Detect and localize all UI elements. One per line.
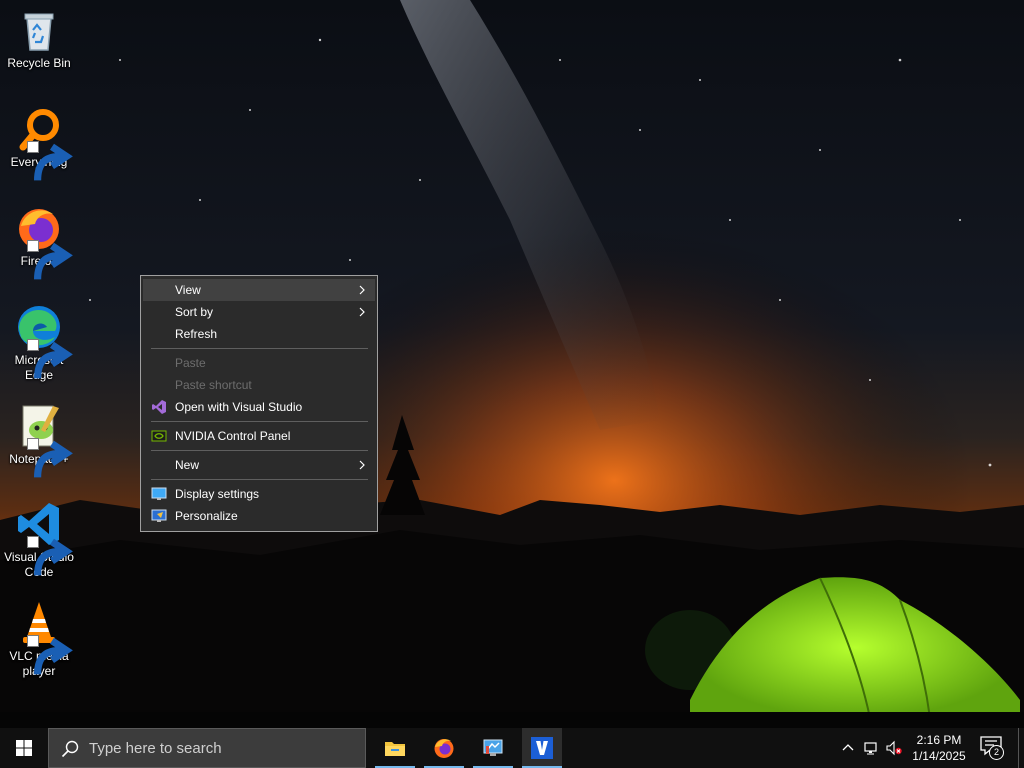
menu-item-paste: Paste — [143, 352, 375, 374]
menu-item-label: Personalize — [175, 509, 238, 523]
taskbar-v-app[interactable] — [522, 728, 562, 768]
chevron-right-icon — [357, 285, 367, 295]
firefox-icon — [15, 204, 73, 280]
desktop-icon-recycle-bin[interactable]: Recycle Bin — [2, 6, 76, 71]
volume-muted-icon[interactable] — [886, 740, 902, 756]
action-center-button[interactable]: 2 — [980, 736, 1006, 760]
menu-item-label: Display settings — [175, 487, 260, 501]
notification-count-badge: 2 — [989, 745, 1004, 760]
clock-time: 2:16 PM — [916, 733, 962, 747]
menu-item-label: Paste — [175, 356, 206, 370]
desktop-icon-vlc[interactable]: VLC media player — [2, 599, 76, 679]
desktop-icon-notepadpp[interactable]: Notepad++ — [2, 402, 76, 478]
menu-item-display-settings[interactable]: Display settings — [143, 483, 375, 505]
menu-item-paste-shortcut: Paste shortcut — [143, 374, 375, 396]
menu-item-label: Open with Visual Studio — [175, 400, 303, 414]
show-desktop-button[interactable] — [1018, 728, 1024, 768]
menu-item-view[interactable]: View — [143, 279, 375, 301]
menu-item-label: NVIDIA Control Panel — [175, 429, 291, 443]
everything-search-icon — [15, 105, 73, 181]
menu-item-label: Paste shortcut — [175, 378, 252, 392]
menu-item-personalize[interactable]: Personalize — [143, 505, 375, 527]
file-explorer-icon — [385, 742, 405, 756]
menu-item-label: Refresh — [175, 327, 218, 341]
menu-item-label: View — [175, 283, 201, 297]
nvidia-icon — [151, 428, 167, 444]
visual-studio-icon — [151, 399, 167, 415]
search-placeholder: Type here to search — [89, 740, 222, 757]
shortcut-arrow-icon — [27, 635, 73, 675]
vscode-icon — [15, 500, 73, 576]
taskbar: Type here to search 2:16 PM 1/14/2025 2 — [0, 728, 1024, 768]
desktop-icon-label: Recycle Bin — [7, 56, 71, 70]
chevron-up-icon[interactable] — [840, 740, 856, 756]
menu-item-sort-by[interactable]: Sort by — [143, 301, 375, 323]
desktop-icon-edge[interactable]: Microsoft Edge — [2, 303, 76, 383]
menu-item-open-with-visual-studio[interactable]: Open with Visual Studio — [143, 396, 375, 418]
shortcut-arrow-icon — [27, 240, 73, 280]
desktop-icon-everything[interactable]: Everything — [2, 105, 76, 181]
menu-item-nvidia-control-panel[interactable]: NVIDIA Control Panel — [143, 425, 375, 447]
start-button[interactable] — [0, 728, 48, 768]
notepad-plus-plus-icon — [15, 402, 73, 478]
display-settings-icon — [151, 486, 167, 502]
menu-separator — [151, 450, 368, 451]
menu-item-new[interactable]: New — [143, 454, 375, 476]
taskbar-control-panel[interactable] — [473, 728, 513, 768]
clock-date: 1/14/2025 — [912, 749, 966, 763]
shortcut-arrow-icon — [27, 438, 73, 478]
control-panel-icon — [483, 739, 503, 756]
shortcut-arrow-icon — [27, 536, 73, 576]
taskbar-firefox[interactable] — [424, 728, 464, 768]
menu-item-refresh[interactable]: Refresh — [143, 323, 375, 345]
menu-separator — [151, 348, 368, 349]
taskbar-search-box[interactable]: Type here to search — [48, 728, 366, 768]
vlc-icon — [15, 599, 73, 675]
personalize-icon — [151, 508, 167, 524]
menu-separator — [151, 479, 368, 480]
recycle-bin-icon — [15, 6, 63, 54]
chevron-right-icon — [357, 460, 367, 470]
desktop-icon-firefox[interactable]: Firefox — [2, 204, 76, 280]
shortcut-arrow-icon — [27, 339, 73, 379]
network-icon[interactable] — [863, 740, 879, 756]
shortcut-arrow-icon — [27, 141, 73, 181]
search-icon — [61, 740, 79, 758]
firefox-icon — [434, 739, 454, 758]
desktop-icon-vscode[interactable]: Visual Studio Code — [2, 500, 76, 580]
v-app-icon — [531, 737, 553, 759]
chevron-right-icon — [357, 307, 367, 317]
menu-separator — [151, 421, 368, 422]
windows-logo-icon — [16, 740, 32, 756]
desktop-context-menu: View Sort by Refresh Paste Paste shortcu… — [140, 275, 378, 532]
taskbar-file-explorer[interactable] — [375, 728, 415, 768]
taskbar-clock[interactable]: 2:16 PM 1/14/2025 — [906, 732, 972, 764]
menu-item-label: New — [175, 458, 200, 472]
menu-item-label: Sort by — [175, 305, 214, 319]
edge-icon — [15, 303, 73, 379]
